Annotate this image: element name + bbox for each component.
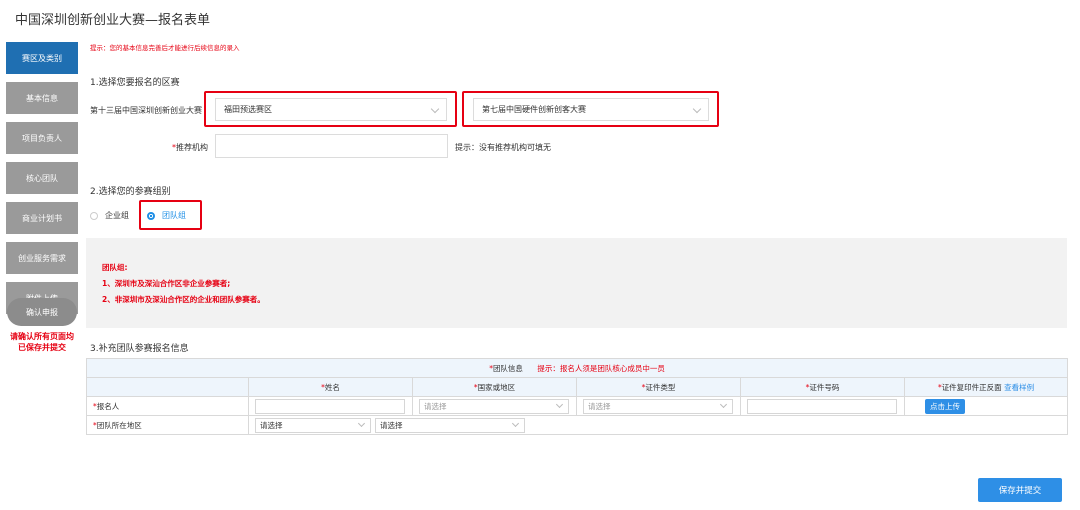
- sidebar-item-division-category[interactable]: 赛区及类别: [6, 42, 78, 74]
- view-sample-link[interactable]: 查看样例: [1004, 383, 1034, 392]
- team-info-box: 团队组: 1、深圳市及深汕合作区非企业参赛者; 2、非深圳市及深汕合作区的企业和…: [86, 238, 1067, 328]
- sidebar-item-core-team[interactable]: 核心团队: [6, 162, 78, 194]
- applicant-name-input[interactable]: [255, 398, 405, 414]
- sidebar-item-business-plan[interactable]: 商业计划书: [6, 202, 78, 234]
- id-type-select[interactable]: 请选择: [583, 398, 733, 414]
- chevron-down-icon: [430, 104, 440, 113]
- info-line-2: 2、非深圳市及深汕合作区的企业和团队参赛者。: [102, 295, 265, 304]
- recommend-label: *推荐机构: [172, 142, 208, 153]
- district-select-value: 福田预选赛区: [224, 105, 272, 114]
- radio-team[interactable]: 团队组: [147, 210, 186, 221]
- save-submit-button[interactable]: 保存并提交: [978, 478, 1062, 502]
- region-city-select[interactable]: 请选择: [375, 417, 525, 433]
- table-column-header-row: *姓名 *国家或地区 *证件类型 *证件号码 *证件复印件正反面 查看样例: [86, 377, 1069, 397]
- radio-team-label: 团队组: [162, 211, 186, 220]
- cell-id-number: [740, 396, 905, 416]
- col-header-country: *国家或地区: [412, 377, 577, 397]
- confirm-note-line1: 请确认所有页面均: [10, 332, 74, 341]
- chevron-down-icon: [511, 419, 520, 427]
- group-header-hint: 提示：报名人须是团队核心成员中一员: [537, 363, 665, 373]
- radio-enterprise-label: 企业组: [105, 211, 129, 220]
- sidebar-nav: 赛区及类别 基本信息 项目负责人 核心团队 商业计划书 创业服务需求 附件上传: [6, 42, 78, 322]
- row-label-applicant: *报名人: [86, 396, 249, 416]
- section1-title: 1.选择您要报名的区赛: [90, 78, 180, 88]
- radio-checked-icon: [147, 211, 155, 220]
- country-placeholder: 请选择: [424, 401, 447, 411]
- chevron-down-icon: [555, 400, 564, 408]
- chevron-down-icon: [692, 104, 702, 113]
- team-info-table: *团队信息 提示：报名人须是团队核心成员中一员 *姓名 *国家或地区 *证件类型…: [85, 358, 1069, 435]
- cell-name: [248, 396, 413, 416]
- cell-country: 请选择: [412, 396, 577, 416]
- cell-region: 请选择 请选择: [247, 415, 1069, 435]
- sidebar-item-project-lead[interactable]: 项目负责人: [6, 122, 78, 154]
- recommend-label-text: 推荐机构: [176, 143, 208, 152]
- confirm-note: 请确认所有页面均 已保存并提交: [4, 331, 80, 353]
- id-number-input[interactable]: [747, 398, 897, 414]
- upload-button[interactable]: 点击上传: [925, 398, 965, 414]
- region-province-select[interactable]: 请选择: [255, 417, 371, 433]
- col-header-id-number: *证件号码: [740, 377, 905, 397]
- table-group-header-row: *团队信息 提示：报名人须是团队核心成员中一员: [85, 358, 1069, 378]
- row-label-region: *团队所在地区: [86, 415, 249, 435]
- table-header-empty: [86, 377, 249, 397]
- contest-label: 第十三届中国深圳创新创业大赛: [90, 106, 202, 115]
- col-header-id-type: *证件类型: [576, 377, 741, 397]
- chevron-down-icon: [719, 400, 728, 408]
- district-select[interactable]: 福田预选赛区: [215, 98, 447, 121]
- info-line-1: 1、深圳市及深汕合作区非企业参赛者;: [102, 279, 231, 288]
- confirm-submit-button[interactable]: 确认申报: [7, 298, 77, 326]
- recommend-input[interactable]: [215, 134, 448, 158]
- table-group-header: *团队信息 提示：报名人须是团队核心成员中一员: [85, 358, 1069, 378]
- group-header-label: 团队信息: [492, 363, 523, 373]
- info-title: 团队组:: [102, 263, 128, 272]
- col-header-id-copy: *证件复印件正反面 查看样例: [903, 377, 1069, 397]
- confirm-note-line2: 已保存并提交: [18, 343, 66, 352]
- chevron-down-icon: [357, 419, 366, 427]
- sidebar-item-service-needs[interactable]: 创业服务需求: [6, 242, 78, 274]
- info-tip: 提示：您的基本信息完善后才能进行后续信息的录入: [90, 44, 240, 52]
- radio-icon: [90, 211, 98, 220]
- sidebar-item-basic-info[interactable]: 基本信息: [6, 82, 78, 114]
- table-row: *报名人 请选择 请选择 点击上传: [86, 396, 1069, 416]
- category-select-value: 第七届中国硬件创新创客大赛: [482, 105, 586, 114]
- city-placeholder: 请选择: [380, 420, 403, 430]
- cell-id-type: 请选择: [576, 396, 741, 416]
- col-header-name: *姓名: [248, 377, 413, 397]
- recommend-hint: 提示：没有推荐机构可填无: [455, 143, 551, 152]
- province-placeholder: 请选择: [260, 420, 283, 430]
- category-select[interactable]: 第七届中国硬件创新创客大赛: [473, 98, 709, 121]
- radio-enterprise[interactable]: 企业组: [90, 210, 129, 221]
- id-type-placeholder: 请选择: [588, 401, 611, 411]
- section2-title: 2.选择您的参赛组别: [90, 187, 171, 197]
- section3-title: 3.补充团队参赛报名信息: [90, 344, 189, 354]
- page-title: 中国深圳创新创业大赛—报名表单: [15, 13, 211, 28]
- cell-upload: 点击上传: [903, 396, 1069, 416]
- country-select[interactable]: 请选择: [419, 398, 569, 414]
- table-row: *团队所在地区 请选择 请选择: [86, 415, 1069, 435]
